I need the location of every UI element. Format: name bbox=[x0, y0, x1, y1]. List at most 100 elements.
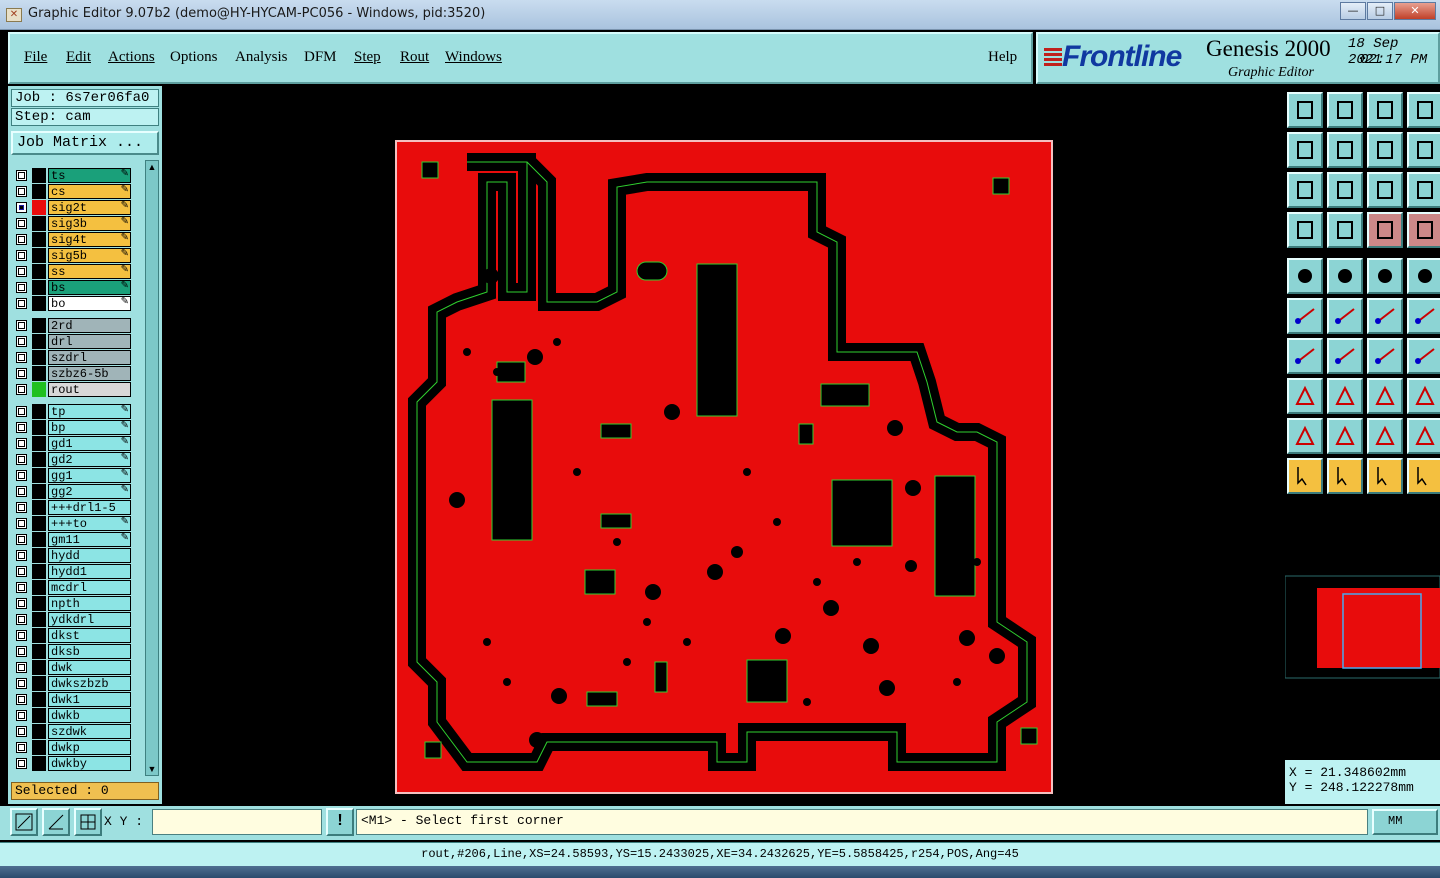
layer-row-gm11[interactable]: gm11 ✎ bbox=[11, 532, 135, 547]
pan-button[interactable] bbox=[1327, 172, 1363, 208]
scroll-down-icon[interactable]: ▼ bbox=[147, 764, 157, 774]
layer-name[interactable]: sig2t bbox=[48, 200, 131, 215]
layer-color-swatch[interactable] bbox=[32, 660, 46, 675]
layer-color-swatch[interactable] bbox=[32, 216, 46, 231]
units-selector[interactable]: MM bbox=[1372, 809, 1438, 835]
menu-analysis[interactable]: Analysis bbox=[235, 49, 288, 66]
layer-color-swatch[interactable] bbox=[32, 548, 46, 563]
layer-checkbox[interactable] bbox=[16, 336, 27, 347]
layer-color-swatch[interactable] bbox=[32, 740, 46, 755]
layer-name[interactable]: dwkb bbox=[48, 708, 131, 723]
layer-row-sig3b[interactable]: sig3b ✎ bbox=[11, 216, 135, 231]
move-button[interactable] bbox=[1327, 212, 1363, 248]
layer-row-dksb[interactable]: dksb bbox=[11, 644, 135, 659]
layer-color-swatch[interactable] bbox=[32, 296, 46, 311]
layer-color-swatch[interactable] bbox=[32, 484, 46, 499]
layer-checkbox[interactable] bbox=[16, 266, 27, 277]
layer-name[interactable]: npth bbox=[48, 596, 131, 611]
layer-checkbox[interactable] bbox=[16, 234, 27, 245]
layer-row-hydd1[interactable]: hydd1 bbox=[11, 564, 135, 579]
layer-checkbox[interactable] bbox=[16, 550, 27, 561]
layer-color-swatch[interactable] bbox=[32, 596, 46, 611]
layer-name[interactable]: gd1 bbox=[48, 436, 131, 451]
alert-button[interactable]: ! bbox=[326, 808, 354, 836]
triangle-2-button[interactable] bbox=[1327, 418, 1363, 454]
layer-checkbox[interactable] bbox=[16, 486, 27, 497]
layer-name[interactable]: dwkp bbox=[48, 740, 131, 755]
layer-color-swatch[interactable] bbox=[32, 232, 46, 247]
menu-options[interactable]: Options bbox=[170, 49, 218, 66]
minimize-button[interactable]: — bbox=[1340, 2, 1366, 20]
layer-checkbox[interactable] bbox=[16, 438, 27, 449]
help-button[interactable] bbox=[1407, 172, 1440, 208]
layer-row-mcdrl[interactable]: mcdrl bbox=[11, 580, 135, 595]
layer-color-swatch[interactable] bbox=[32, 692, 46, 707]
layer-checkbox[interactable] bbox=[16, 758, 27, 769]
layer-row-2rd[interactable]: 2rd bbox=[11, 318, 135, 333]
layer-checkbox[interactable] bbox=[16, 502, 27, 513]
xy-input[interactable] bbox=[152, 809, 322, 835]
layer-row-gd1[interactable]: gd1 ✎ bbox=[11, 436, 135, 451]
layer-checkbox[interactable] bbox=[16, 518, 27, 529]
layer-color-swatch[interactable] bbox=[32, 708, 46, 723]
layer-checkbox[interactable] bbox=[16, 742, 27, 753]
layer-row-szdrl[interactable]: szdrl bbox=[11, 350, 135, 365]
layer-checkbox[interactable] bbox=[16, 406, 27, 417]
layer-row-dwkszbzb[interactable]: dwkszbzb bbox=[11, 676, 135, 691]
layer-name[interactable]: dwk1 bbox=[48, 692, 131, 707]
layer-name[interactable]: hydd bbox=[48, 548, 131, 563]
maximize-button[interactable]: □ bbox=[1367, 2, 1393, 20]
layer-name[interactable]: bp bbox=[48, 420, 131, 435]
diag-button[interactable] bbox=[1327, 338, 1363, 374]
measure-button[interactable] bbox=[42, 808, 70, 836]
select-poly-button[interactable] bbox=[1367, 458, 1403, 494]
layer-color-swatch[interactable] bbox=[32, 350, 46, 365]
layer-checkbox[interactable] bbox=[16, 534, 27, 545]
layer-color-swatch[interactable] bbox=[32, 420, 46, 435]
layer-row-bo[interactable]: bo ✎ bbox=[11, 296, 135, 311]
layer-color-swatch[interactable] bbox=[32, 612, 46, 627]
layer-color-swatch[interactable] bbox=[32, 168, 46, 183]
layer-color-swatch[interactable] bbox=[32, 564, 46, 579]
route-button[interactable] bbox=[1367, 212, 1403, 248]
connect-button[interactable] bbox=[1287, 298, 1323, 334]
pcb-board[interactable] bbox=[395, 140, 1053, 794]
menu-file[interactable]: File bbox=[24, 49, 47, 66]
layer-checkbox[interactable] bbox=[16, 470, 27, 481]
layer-color-swatch[interactable] bbox=[32, 200, 46, 215]
layer-checkbox[interactable] bbox=[16, 678, 27, 689]
layer-name[interactable]: bs bbox=[48, 280, 131, 295]
layer-checkbox[interactable] bbox=[16, 662, 27, 673]
menu-help[interactable]: Help bbox=[988, 49, 1017, 66]
layer-checkbox[interactable] bbox=[16, 566, 27, 577]
redraw-button[interactable] bbox=[1327, 258, 1363, 294]
rotate-button[interactable] bbox=[1367, 338, 1403, 374]
layer-color-swatch[interactable] bbox=[32, 382, 46, 397]
layer-row-ss[interactable]: ss ✎ bbox=[11, 264, 135, 279]
layer-row-ydkdrl[interactable]: ydkdrl bbox=[11, 612, 135, 627]
menu-edit[interactable]: Edit bbox=[66, 49, 91, 66]
overview-map[interactable] bbox=[1285, 496, 1440, 761]
layer-checkbox[interactable] bbox=[16, 170, 27, 181]
line-button[interactable] bbox=[1367, 298, 1403, 334]
job-matrix-button[interactable]: Job Matrix ... bbox=[11, 131, 159, 155]
layer-color-swatch[interactable] bbox=[32, 580, 46, 595]
layer-checkbox[interactable] bbox=[16, 298, 27, 309]
line-h-button[interactable] bbox=[1327, 378, 1363, 414]
layer-name[interactable]: cs bbox=[48, 184, 131, 199]
layer-name[interactable]: sig3b bbox=[48, 216, 131, 231]
layer-color-swatch[interactable] bbox=[32, 248, 46, 263]
layer-name[interactable]: dwkby bbox=[48, 756, 131, 771]
menu-windows[interactable]: Windows bbox=[445, 49, 502, 66]
layer-checkbox[interactable] bbox=[16, 630, 27, 641]
select-net-button[interactable] bbox=[1407, 458, 1440, 494]
layer-name[interactable]: dksb bbox=[48, 644, 131, 659]
layer-row-dwk1[interactable]: dwk1 bbox=[11, 692, 135, 707]
layer-name[interactable]: gd2 bbox=[48, 452, 131, 467]
layer-name[interactable]: ss bbox=[48, 264, 131, 279]
dot-button[interactable] bbox=[1407, 258, 1440, 294]
layer-checkbox[interactable] bbox=[16, 368, 27, 379]
layer-name[interactable]: sig5b bbox=[48, 248, 131, 263]
ruler-button[interactable] bbox=[1367, 258, 1403, 294]
layer-checkbox[interactable] bbox=[16, 186, 27, 197]
